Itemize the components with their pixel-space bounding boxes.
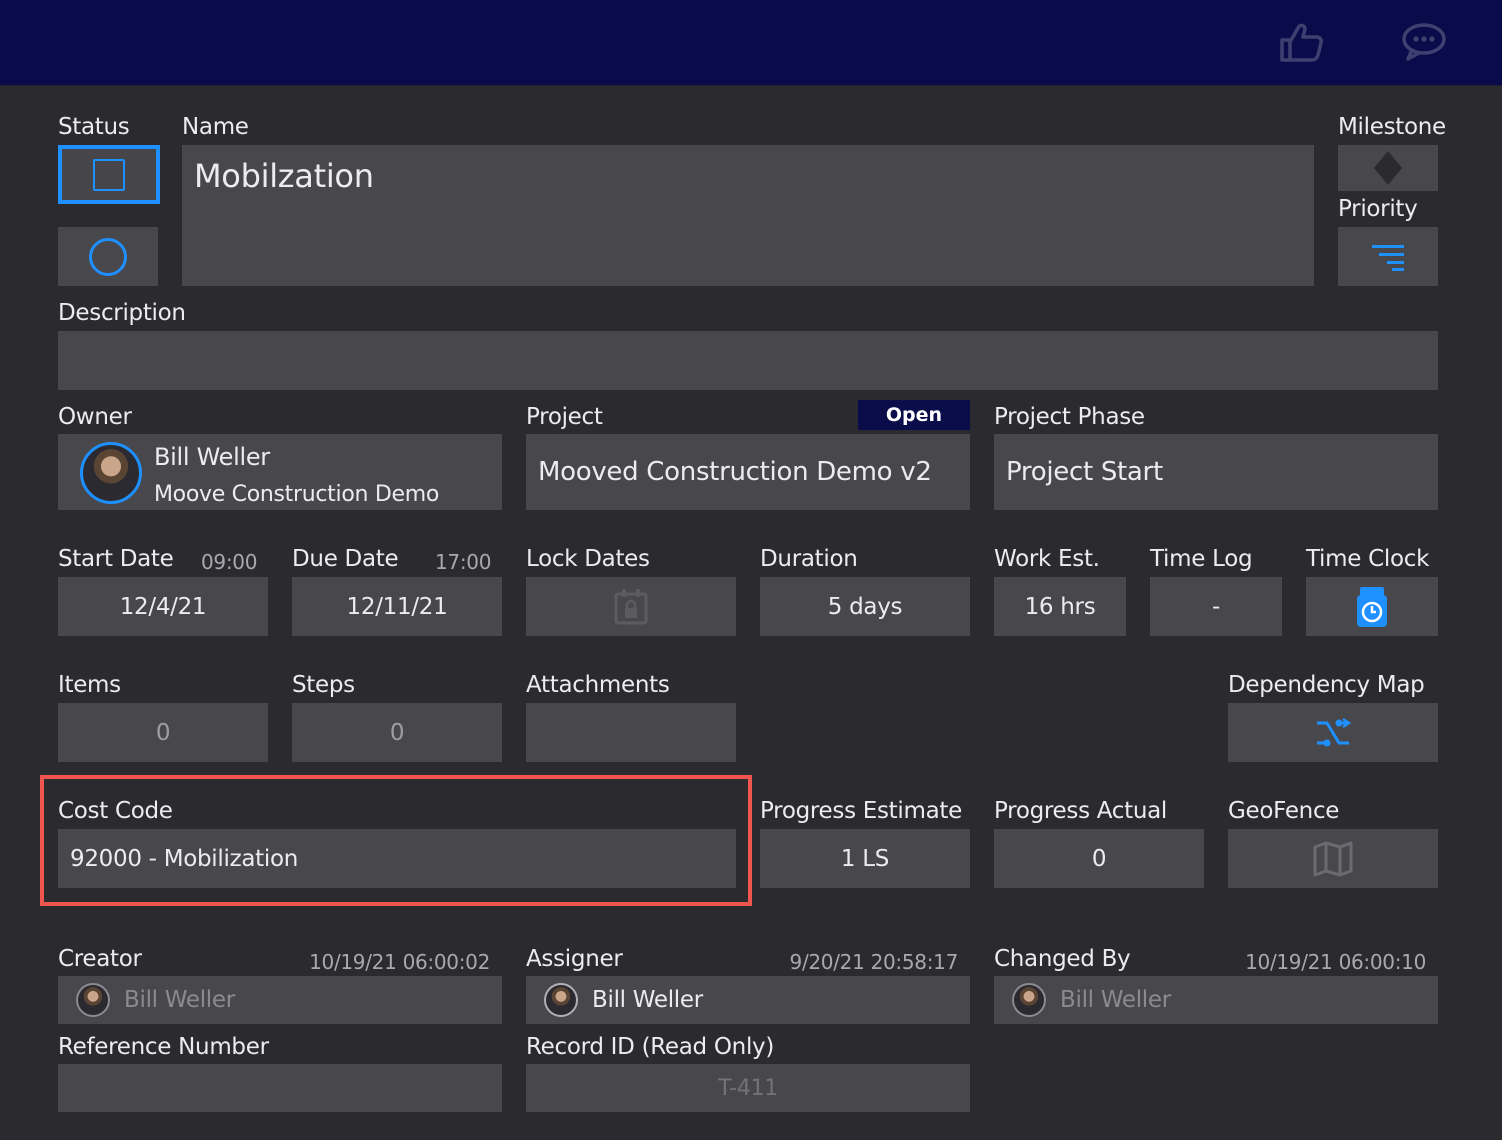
thumbs-up-icon[interactable] [1274,20,1326,64]
project-status-badge: Open [858,400,970,430]
items-value: 0 [155,719,171,746]
progress-actual-label: Progress Actual [994,798,1168,824]
assigner-label: Assigner [526,946,623,972]
name-value: Mobilzation [194,157,374,195]
milestone-label: Milestone [1338,114,1446,140]
steps-field[interactable]: 0 [292,703,502,762]
progress-estimate-label: Progress Estimate [760,798,962,824]
dependency-map-label: Dependency Map [1228,672,1425,698]
steps-label: Steps [292,672,355,698]
assigner-timestamp: 9/20/21 20:58:17 [789,950,959,974]
time-clock-icon [1357,586,1387,627]
creator-timestamp: 10/19/21 06:00:02 [309,950,490,974]
changed-by-timestamp: 10/19/21 06:00:10 [1245,950,1426,974]
description-label: Description [58,300,186,326]
priority-filter-icon [1372,244,1404,271]
due-date-field[interactable]: 12/11/21 [292,577,502,636]
assigner-field[interactable]: Bill Weller [526,976,970,1024]
assigner-avatar [544,983,578,1017]
duration-field[interactable]: 5 days [760,577,970,636]
checkbox-icon [93,158,125,191]
assigner-name: Bill Weller [592,987,703,1013]
priority-button[interactable] [1338,227,1438,286]
changed-by-field: Bill Weller [994,976,1438,1024]
dependency-map-button[interactable] [1228,703,1438,762]
project-label: Project [526,404,603,430]
status-circle-button[interactable] [58,227,158,286]
work-est-value: 16 hrs [1024,593,1096,620]
cost-code-value: 92000 - Mobilization [70,845,298,872]
cost-code-field[interactable]: 92000 - Mobilization [58,829,736,888]
time-log-field[interactable]: - [1150,577,1282,636]
header-bar [0,0,1502,86]
start-date-field[interactable]: 12/4/21 [58,577,268,636]
priority-label: Priority [1338,196,1418,222]
time-clock-label: Time Clock [1306,546,1430,572]
record-id-value: T-411 [718,1075,778,1101]
steps-value: 0 [389,719,405,746]
attachments-label: Attachments [526,672,670,698]
circle-icon [89,237,127,276]
creator-avatar [76,983,110,1017]
progress-estimate-field[interactable]: 1 LS [760,829,970,888]
creator-name: Bill Weller [124,987,235,1013]
cost-code-label: Cost Code [58,798,173,824]
attachments-field[interactable] [526,703,736,762]
geofence-button[interactable] [1228,829,1438,888]
project-phase-value: Project Start [1006,457,1163,487]
owner-name: Bill Weller [154,443,270,471]
record-id-field: T-411 [526,1064,970,1112]
start-date-value: 12/4/21 [119,593,207,620]
diamond-icon [1374,151,1402,185]
owner-label: Owner [58,404,132,430]
creator-field: Bill Weller [58,976,502,1024]
name-label: Name [182,114,249,140]
time-log-label: Time Log [1150,546,1253,572]
items-field[interactable]: 0 [58,703,268,762]
time-log-value: - [1212,593,1220,620]
progress-estimate-value: 1 LS [840,845,890,872]
project-field[interactable]: Mooved Construction Demo v2 [526,434,970,510]
items-label: Items [58,672,121,698]
due-date-label: Due Date [292,546,399,572]
project-phase-field[interactable]: Project Start [994,434,1438,510]
record-id-label: Record ID (Read Only) [526,1034,775,1060]
name-field[interactable]: Mobilzation [182,145,1314,286]
reference-number-label: Reference Number [58,1034,269,1060]
duration-value: 5 days [827,593,903,620]
owner-field[interactable]: Bill Weller Moove Construction Demo [58,434,502,510]
project-value: Mooved Construction Demo v2 [538,457,932,487]
chat-icon[interactable] [1398,20,1450,64]
dependency-map-icon [1317,717,1352,746]
reference-number-field[interactable] [58,1064,502,1112]
changed-by-label: Changed By [994,946,1131,972]
work-est-label: Work Est. [994,546,1100,572]
creator-label: Creator [58,946,142,972]
description-field[interactable] [58,331,1438,390]
status-label: Status [58,114,130,140]
duration-label: Duration [760,546,858,572]
start-date-label: Start Date [58,546,174,572]
owner-company: Moove Construction Demo [154,482,439,507]
geofence-label: GeoFence [1228,798,1340,824]
lock-dates-label: Lock Dates [526,546,650,572]
owner-avatar [80,442,142,504]
progress-actual-field[interactable]: 0 [994,829,1204,888]
due-time: 17:00 [435,550,492,574]
project-phase-label: Project Phase [994,404,1145,430]
time-clock-button[interactable] [1306,577,1438,636]
changed-by-avatar [1012,983,1046,1017]
start-time: 09:00 [201,550,258,574]
work-est-field[interactable]: 16 hrs [994,577,1126,636]
due-date-value: 12/11/21 [346,593,448,620]
lock-dates-button[interactable] [526,577,736,636]
calendar-lock-icon [614,588,648,624]
map-icon [1313,841,1353,876]
milestone-button[interactable] [1338,145,1438,191]
changed-by-name: Bill Weller [1060,987,1171,1013]
status-square-button[interactable] [58,145,160,204]
progress-actual-value: 0 [1091,845,1107,872]
